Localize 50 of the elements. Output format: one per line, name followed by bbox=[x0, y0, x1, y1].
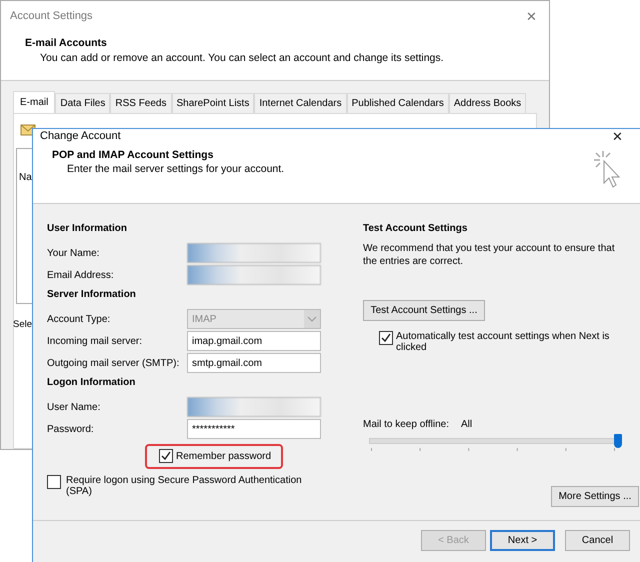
section-heading: Logon Information bbox=[47, 376, 136, 390]
dialog-button[interactable]: Cancel bbox=[565, 530, 630, 550]
column-header: Na bbox=[19, 172, 32, 183]
window-title: Account Settings bbox=[10, 10, 93, 22]
input-field[interactable]: *********** bbox=[187, 419, 321, 439]
section-heading: User Information bbox=[47, 222, 128, 236]
header-subtitle: You can add or remove an account. You can select an account and change its settings. bbox=[39, 52, 445, 64]
section-heading: Test Account Settings bbox=[363, 222, 468, 236]
slider-label: Mail to keep offline: bbox=[363, 419, 449, 430]
checkbox-label[interactable]: Remember password bbox=[176, 450, 272, 462]
checkbox[interactable] bbox=[47, 475, 61, 489]
input-field[interactable]: smtp.gmail.com bbox=[187, 353, 321, 373]
input-field[interactable] bbox=[187, 243, 321, 263]
tab[interactable]: Address Books bbox=[448, 93, 526, 113]
slider-thumb[interactable] bbox=[614, 434, 622, 448]
close-button[interactable]: ✕ bbox=[608, 130, 627, 142]
field-label: User Name: bbox=[47, 402, 102, 412]
checkbox[interactable] bbox=[159, 449, 173, 463]
input-field[interactable] bbox=[187, 265, 321, 285]
checkbox-label[interactable]: Automatically test account settings when Next is clicked bbox=[396, 331, 619, 353]
tab[interactable]: SharePoint Lists bbox=[172, 93, 254, 113]
field-label: Outgoing mail server (SMTP): bbox=[47, 358, 180, 368]
input-field[interactable] bbox=[187, 397, 321, 417]
more-settings-button[interactable]: More Settings ... bbox=[551, 486, 639, 507]
dialog-title: Change Account bbox=[40, 130, 121, 142]
test-settings-button[interactable]: Test Account Settings ... bbox=[363, 300, 485, 321]
field-label: Email Address: bbox=[47, 270, 115, 280]
tab[interactable]: E-mail bbox=[13, 91, 56, 113]
chevron-down-icon bbox=[304, 310, 320, 328]
header-title: POP and IMAP Account Settings bbox=[52, 149, 214, 161]
selection-text: Sele bbox=[13, 319, 32, 330]
close-button[interactable]: ✕ bbox=[522, 10, 541, 22]
header-title: E-mail Accounts bbox=[25, 37, 108, 49]
tab[interactable]: Data Files bbox=[55, 93, 110, 113]
cursor-sparkle-icon bbox=[591, 149, 621, 189]
field-label: Incoming mail server: bbox=[47, 336, 144, 346]
tab[interactable]: Internet Calendars bbox=[254, 93, 347, 113]
field-label: Account Type: bbox=[47, 314, 112, 324]
input-field[interactable]: imap.gmail.com bbox=[187, 331, 321, 351]
checkbox[interactable] bbox=[379, 331, 393, 345]
header-subtitle: Enter the mail server settings for your account. bbox=[66, 163, 284, 175]
tab[interactable]: Published Calendars bbox=[346, 93, 449, 113]
field-label: Your Name: bbox=[47, 248, 100, 258]
section-heading: Server Information bbox=[47, 288, 137, 302]
dialog-button[interactable]: Next > bbox=[490, 530, 555, 550]
field-label: Password: bbox=[47, 424, 95, 434]
tab[interactable]: RSS Feeds bbox=[110, 93, 172, 113]
slider-value: All bbox=[460, 419, 472, 430]
checkbox-label[interactable]: Require logon using Secure Password Authentication (SPA) bbox=[66, 475, 317, 497]
description-text: We recommend that you test your account to ensure that the entries are correct. bbox=[363, 242, 616, 268]
